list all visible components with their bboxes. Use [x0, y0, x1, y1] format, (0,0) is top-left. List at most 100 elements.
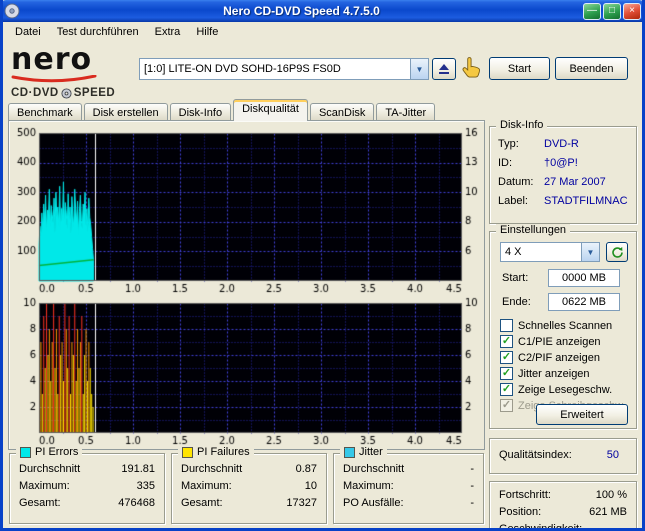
jitter-title: Jitter — [359, 446, 383, 458]
quality-index-box: Qualitätsindex: 50 — [489, 438, 637, 474]
pi-failures-title: PI Failures — [197, 446, 250, 458]
titlebar[interactable]: Nero CD-DVD Speed 4.7.5.0 — □ × — [3, 0, 642, 22]
stat-row: Maximum: 10 — [172, 478, 326, 495]
pi-errors-title: PI Errors — [35, 446, 79, 458]
disk-info-row: ID: †0@P! — [490, 154, 636, 173]
pi-failures-statbox: PI Failures Durchschnitt 0.87 Maximum: 10 … — [171, 446, 327, 524]
stat-row: Durchschnitt 0.87 — [172, 461, 326, 478]
quit-button[interactable]: Beenden — [555, 57, 628, 80]
app-icon — [4, 3, 20, 19]
progress-label: Position: — [499, 506, 542, 518]
eject-button[interactable] — [432, 58, 456, 80]
checkbox-jitter[interactable]: ✓ Jitter anzeigen — [500, 366, 590, 381]
stat-value: 191.81 — [121, 463, 155, 475]
jitter-swatch — [344, 446, 355, 458]
checkbox-icon: ✓ — [500, 367, 513, 380]
stat-value: - — [470, 480, 474, 492]
disk-info-label: ID: — [498, 157, 513, 169]
start-field[interactable]: 0000 MB — [548, 269, 620, 287]
disk-info-label: Label: — [498, 195, 528, 207]
disk-info-label: Typ: — [498, 138, 519, 150]
pi-failures-swatch — [182, 446, 193, 458]
end-field-label: Ende: — [502, 296, 531, 308]
checkbox-label: Jitter anzeigen — [518, 367, 590, 380]
stat-value: - — [470, 463, 474, 475]
pi-errors-legend: PI Errors — [16, 446, 83, 458]
hand-icon — [462, 57, 481, 78]
refresh-button[interactable] — [606, 242, 628, 262]
start-button[interactable]: Start — [489, 57, 550, 80]
pi-failures-chart — [11, 297, 481, 447]
menu-item-test-durchfuehren[interactable]: Test durchführen — [49, 24, 147, 40]
drive-select[interactable]: [1:0] LITE-ON DVD SOHD-16P9S FS0D ▼ — [139, 58, 429, 80]
speed-dropdown-button[interactable]: ▼ — [581, 243, 599, 261]
drive-select-value: [1:0] LITE-ON DVD SOHD-16P9S FS0D — [144, 63, 341, 75]
progress-row: Geschwindigkeit: — [490, 521, 636, 531]
pi-errors-swatch — [20, 446, 31, 458]
checkbox-c1-pie[interactable]: ✓ C1/PIE anzeigen — [500, 334, 601, 349]
logo-subtitle-left: CD·DVD — [11, 87, 59, 99]
disk-info-row: Typ: DVD-R — [490, 135, 636, 154]
stat-label: Maximum: — [343, 480, 394, 492]
speed-select[interactable]: 4 X ▼ — [500, 242, 600, 262]
nero-brand-text: nero — [11, 42, 93, 77]
progress-label: Geschwindigkeit: — [499, 523, 583, 531]
progress-row: Fortschritt: 100 % — [490, 487, 636, 504]
checkbox-label: Zeige Lesegeschw. — [518, 383, 613, 396]
checkbox-icon: ✓ — [500, 399, 513, 412]
speed-select-value: 4 X — [505, 246, 522, 258]
close-button[interactable]: × — [623, 2, 641, 20]
stat-label: Durchschnitt — [181, 463, 243, 475]
checkbox-label: C2/PIF anzeigen — [518, 351, 600, 364]
settings-title: Einstellungen — [500, 224, 567, 236]
stat-row: Durchschnitt 191.81 — [10, 461, 164, 478]
chevron-down-icon: ▼ — [415, 64, 424, 74]
stat-value: - — [470, 497, 474, 509]
checkbox-icon: ✓ — [500, 319, 513, 332]
progress-row: Position: 621 MB — [490, 504, 636, 521]
stat-value: 335 — [136, 480, 155, 492]
stat-row: Maximum: 335 — [10, 478, 164, 495]
jitter-legend: Jitter — [340, 446, 387, 458]
minimize-button[interactable]: — — [583, 2, 601, 20]
disk-info-row: Label: STADTFILMNAC — [490, 192, 636, 211]
stat-value: 17327 — [286, 497, 317, 509]
stat-label: Durchschnitt — [19, 463, 81, 475]
window-title: Nero CD-DVD Speed 4.7.5.0 — [223, 4, 380, 18]
disk-info-box: Disk-Info Typ: DVD-R ID: †0@P! Datum: 27 Ma… — [489, 119, 637, 224]
pi-failures-legend: PI Failures — [178, 446, 254, 458]
advanced-button[interactable]: Erweitert — [536, 404, 628, 425]
settings-legend: Einstellungen — [496, 224, 571, 236]
stat-row: PO Ausfälle: - — [334, 495, 483, 512]
disk-info-value: 27 Mar 2007 — [544, 176, 606, 188]
checkbox-icon: ✓ — [500, 383, 513, 396]
disk-info-value: DVD-R — [544, 138, 579, 150]
checkbox-schnelles-scannen[interactable]: ✓ Schnelles Scannen — [500, 318, 612, 333]
disk-info-legend: Disk-Info — [496, 119, 548, 131]
stat-label: Durchschnitt — [343, 463, 405, 475]
menu-item-extra[interactable]: Extra — [147, 24, 189, 40]
checkbox-lesegeschw[interactable]: ✓ Zeige Lesegeschw. — [500, 382, 612, 397]
hand-button[interactable] — [459, 55, 486, 82]
tab-diskqualitaet[interactable]: Diskqualität — [233, 99, 308, 121]
maximize-button[interactable]: □ — [603, 2, 621, 20]
checkbox-c2-pif[interactable]: ✓ C2/PIF anzeigen — [500, 350, 600, 365]
disk-info-value: †0@P! — [544, 157, 578, 169]
drive-select-dropdown-button[interactable]: ▼ — [410, 59, 428, 79]
end-field[interactable]: 0622 MB — [548, 293, 620, 311]
menu-item-hilfe[interactable]: Hilfe — [188, 24, 226, 40]
tab-strip: Benchmark Disk erstellen Disk-Info Diskq… — [8, 99, 437, 122]
progress-box: Fortschritt: 100 % Position: 621 MB Geschw… — [489, 481, 637, 531]
stat-row: Gesamt: 17327 — [172, 495, 326, 512]
progress-value: 100 % — [595, 489, 627, 501]
stat-row: Maximum: - — [334, 478, 483, 495]
window-controls: — □ × — [583, 2, 641, 20]
menubar: Datei Test durchführen Extra Hilfe — [3, 22, 642, 42]
stat-value: 476468 — [118, 497, 155, 509]
stat-label: Maximum: — [181, 480, 232, 492]
stat-row: Durchschnitt - — [334, 461, 483, 478]
stat-row: Gesamt: 476468 — [10, 495, 164, 512]
checkbox-label: Schnelles Scannen — [518, 319, 613, 332]
menu-item-datei[interactable]: Datei — [7, 24, 49, 40]
disk-info-title: Disk-Info — [500, 119, 544, 131]
